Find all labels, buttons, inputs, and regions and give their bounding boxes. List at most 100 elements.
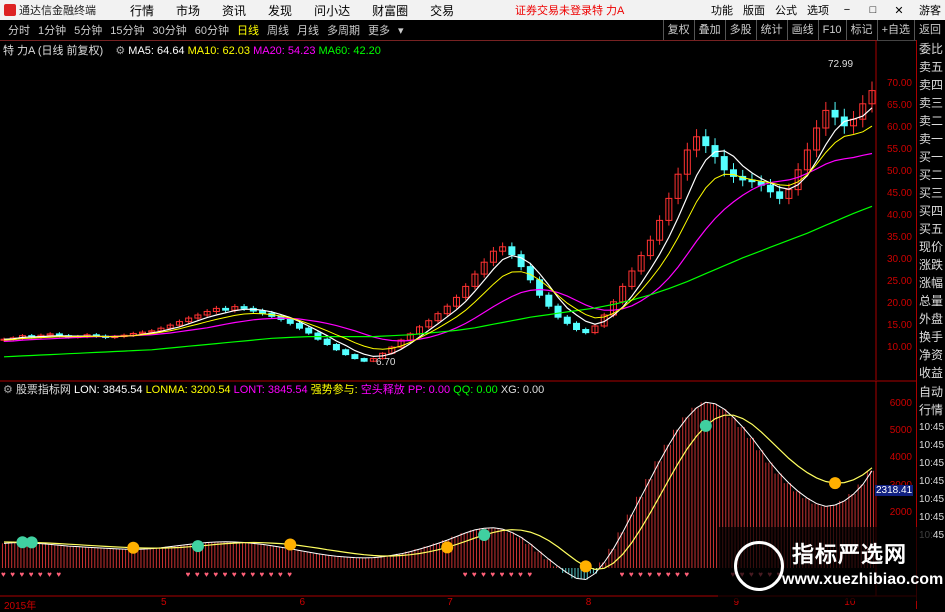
menu-options[interactable]: 选项 [807,2,829,18]
heart-marker: ♥ [19,570,24,579]
maximize-icon[interactable]: □ [865,4,881,16]
app-logo-icon [4,4,16,16]
signal-marker [284,538,297,551]
tf-intraday[interactable]: 分时 [8,22,30,38]
heart-marker: ♥ [213,570,218,579]
ma60-label: MA60: 42.20 [318,45,381,57]
tf-multi[interactable]: 多周期 [327,22,360,38]
tick-item: 10:45 [919,458,945,469]
multi-stock-button[interactable]: 多股 [724,20,756,40]
candle-body [295,322,303,329]
candle-body [554,305,562,318]
tf-more[interactable]: 更多 [368,22,390,38]
date-axis-label: 7 [447,597,453,608]
stock-name: 特 力A [592,5,625,17]
heart-marker: ♥ [29,570,34,579]
menu-item-market[interactable]: 市场 [176,2,200,19]
date-axis-label: 8 [585,597,592,608]
menu-layout[interactable]: 版面 [743,2,765,18]
low-price-annotation: 6.70 [376,357,396,368]
chart-title: 特 力A (日线 前复权) [3,45,104,57]
timeframe-bar: 分时 1分钟 5分钟 15分钟 30分钟 60分钟 日线 周线 月线 多周期 更… [0,20,945,41]
tick-item: 自动 [919,385,944,399]
tf-5min[interactable]: 5分钟 [74,22,102,38]
candle-body [360,358,368,362]
tf-15min[interactable]: 15分钟 [110,22,144,38]
quote-field-label: 外盘 [919,312,944,326]
kline-chart[interactable]: ♥♥♥♥♥♥♥♥♥♥♥♥♥♥♥♥♥♥♥♥♥♥♥♥♥♥♥♥♥♥♥♥♥♥♥♥♥♥♥♥… [0,40,916,609]
quote-field-label: 净资 [919,348,944,362]
menu-item-trade[interactable]: 交易 [430,2,454,19]
tf-1min[interactable]: 1分钟 [38,22,66,38]
tf-monthly[interactable]: 月线 [297,22,319,38]
heart-marker: ♥ [472,570,477,579]
quote-field-label: 买一 [919,150,944,164]
stats-button[interactable]: 统计 [755,20,787,40]
add-watchlist-button[interactable]: +自选 [876,20,914,40]
menu-item-wealth[interactable]: 财富圈 [372,2,408,19]
price-axis-label: 55.00 [886,144,912,155]
settings-icon[interactable]: ⚙ [115,45,125,57]
menu-item-quotes[interactable]: 行情 [130,2,154,19]
tf-60min[interactable]: 60分钟 [195,22,229,38]
candle-body [517,254,525,268]
lon-label: LON: 3845.54 [74,384,143,396]
quote-field-label: 买三 [919,186,944,200]
heart-marker: ♥ [666,570,671,579]
f10-button[interactable]: F10 [817,20,846,40]
date-axis-label: 2015年 [4,601,37,612]
signal-marker [478,529,491,542]
heart-marker: ♥ [195,570,200,579]
close-icon[interactable]: ✕ [891,4,907,17]
heart-marker: ♥ [186,570,191,579]
indicator-settings-icon[interactable]: ⚙ [3,384,13,396]
lonma-label: LONMA: 3200.54 [145,384,231,396]
chevron-down-icon[interactable]: ▾ [398,24,404,37]
high-price-annotation: 72.99 [828,59,854,70]
quote-field-label: 委比 [919,42,944,56]
tick-list: 自动行情10:4510:4510:4510:4510:4510:4510:45 [917,383,944,545]
indicator-current-value: 2318.41 [875,485,914,496]
heart-marker: ♥ [241,570,246,579]
candle-body [342,349,350,356]
tf-daily[interactable]: 日线 [237,22,259,38]
candle-body [259,310,267,314]
xg-label: XG: 0.00 [500,384,545,396]
overlay-button[interactable]: 叠加 [693,20,725,40]
heart-marker: ♥ [647,570,652,579]
menu-item-ask[interactable]: 问小达 [314,2,350,19]
price-axis-label: 35.00 [886,232,912,243]
heart-marker: ♥ [490,570,495,579]
app-title: 通达信金融终端 [19,5,96,17]
toolbar-right: 复权 叠加 多股 统计 画线 F10 标记 +自选 返回 [662,20,945,40]
tf-weekly[interactable]: 周线 [267,22,289,38]
quote-field-label: 涨幅 [919,276,944,290]
quote-fields: 委比 卖五 卖四 卖三 卖二 卖一 买一 买二 买三 买四 买五 现价 涨跌 涨幅 总量 外盘 换手 净资 收益 [917,40,945,382]
guest-label[interactable]: 游客 [919,2,941,18]
price-axis-label: 25.00 [886,276,912,287]
login-status[interactable]: 证券交易未登录 [515,2,592,18]
menu-function[interactable]: 功能 [711,2,733,18]
candle-body [582,329,590,334]
candle-body [286,318,294,324]
adjust-button[interactable]: 复权 [662,20,694,40]
quote-field-label: 买二 [919,168,944,182]
heart-marker: ♥ [204,570,209,579]
candle-body [776,191,784,199]
tf-30min[interactable]: 30分钟 [153,22,187,38]
mark-button[interactable]: 标记 [845,20,877,40]
back-button[interactable]: 返回 [914,20,945,40]
indicator-axis-label: 4000 [889,452,912,464]
heart-marker: ♥ [10,570,15,579]
price-axis-label: 30.00 [886,254,912,265]
menu-item-news[interactable]: 资讯 [222,2,246,19]
quote-field-label: 卖五 [919,60,944,74]
ma10-label: MA10: 62.03 [187,45,250,57]
menu-formula[interactable]: 公式 [775,2,797,18]
minimize-icon[interactable]: − [839,4,855,16]
heart-marker: ♥ [518,570,523,579]
menu-item-discover[interactable]: 发现 [268,2,292,19]
tick-item: 行情 [919,403,944,417]
draw-button[interactable]: 画线 [786,20,818,40]
indicator-axis-label: 2000 [889,507,912,519]
